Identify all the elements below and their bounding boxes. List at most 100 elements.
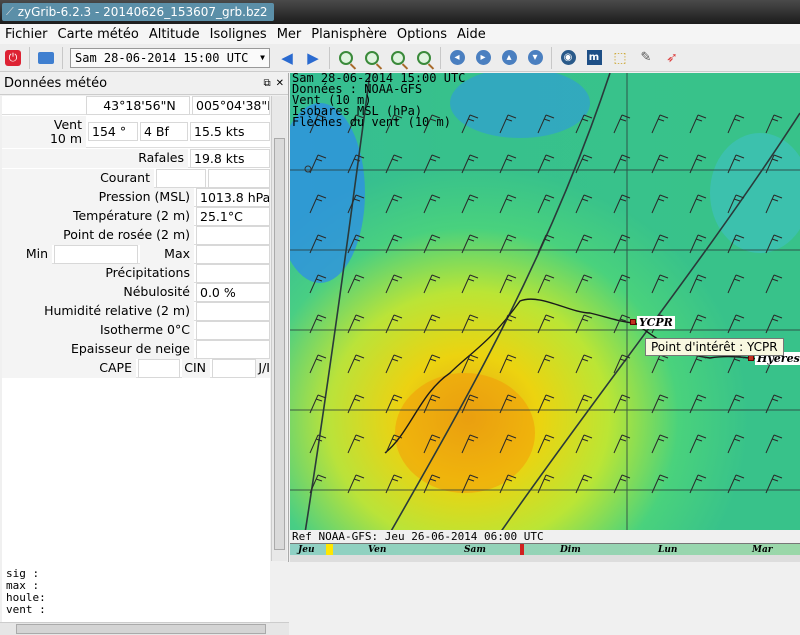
timeline-scrollbar[interactable] <box>290 555 800 562</box>
weather-map[interactable]: Sam 28-06-2014 15:00 UTC Données : NOAA-… <box>290 73 800 533</box>
menu-carte-meteo[interactable]: Carte météo <box>53 27 144 42</box>
dewpoint-label: Point de rosée (2 m) <box>2 226 194 245</box>
temperature-row: Température (2 m) 25.1°C <box>2 207 270 226</box>
timeline-cursor[interactable] <box>520 544 524 555</box>
menu-planisphere[interactable]: Planisphère <box>306 27 392 42</box>
min-label: Min <box>2 245 52 264</box>
toolbar-separator <box>29 46 30 69</box>
panel-hscrollbar[interactable] <box>0 622 289 635</box>
pin-tool-icon[interactable]: ✎ <box>635 47 657 69</box>
current-label: Courant <box>2 169 154 188</box>
precipitation-row: Précipitations <box>2 264 270 283</box>
max-label: Max <box>140 245 194 264</box>
meteotable-icon[interactable]: m <box>583 47 605 69</box>
current-row: Courant <box>2 169 270 188</box>
scroll-thumb[interactable] <box>274 138 285 550</box>
open-folder-icon[interactable] <box>35 47 57 69</box>
panel-scrollbar[interactable] <box>271 96 287 561</box>
select-tool-icon[interactable]: ⬚ <box>609 47 631 69</box>
wind-speed: 15.5 kts <box>190 122 270 141</box>
isotherm-label: Isotherme 0°C <box>2 321 194 340</box>
chevron-down-icon: ▼ <box>260 53 265 62</box>
meteo-data-panel: Données météo ⧉ ✕ 43°18'56"N 005°04'38"E … <box>0 73 289 635</box>
menu-aide[interactable]: Aide <box>452 27 491 42</box>
menu-options[interactable]: Options <box>392 27 452 42</box>
pan-left-icon[interactable]: ◂ <box>446 47 468 69</box>
dewpoint-value <box>196 226 270 245</box>
isotherm-row: Isotherme 0°C <box>2 321 270 340</box>
humidity-row: Humidité relative (2 m) <box>2 302 270 321</box>
poi-marker-ycpr[interactable] <box>630 319 636 325</box>
quit-icon[interactable]: ⏻ <box>2 47 24 69</box>
current-value-1 <box>156 169 206 188</box>
prev-arrow-icon[interactable]: ◀ <box>276 47 298 69</box>
close-icon[interactable]: ✕ <box>276 78 284 89</box>
temperature-value: 25.1°C <box>196 207 270 226</box>
poi-tooltip: Point d'intérêt : YCPR <box>645 338 784 356</box>
toolbar: ⏻ Sam 28-06-2014 15:00 UTC ▼ ◀ ▶ ◂ ▸ ▴ ▾… <box>0 44 800 72</box>
cloud-value: 0.0 % <box>196 283 270 302</box>
jl-label: J/I <box>256 359 270 378</box>
panel-title: Données météo <box>4 76 108 91</box>
toolbar-separator <box>551 46 552 69</box>
pan-right-icon[interactable]: ▸ <box>472 47 494 69</box>
map-info-arrows: Flèches du vent (10 m) <box>292 115 451 129</box>
cape-row: CAPE CIN J/I <box>2 359 270 378</box>
timeline-bar[interactable]: Jeu Ven Sam Dim Lun Mar <box>290 543 800 555</box>
poi-label-ycpr[interactable]: YCPR <box>637 316 675 329</box>
map-canvas <box>290 73 800 533</box>
app-icon: ⟋ <box>6 5 14 18</box>
cape-label: CAPE <box>2 359 136 378</box>
menu-mer[interactable]: Mer <box>272 27 307 42</box>
date-select[interactable]: Sam 28-06-2014 15:00 UTC ▼ <box>70 47 270 68</box>
minmax-row: Min Max <box>2 245 270 264</box>
cloud-row: Nébulosité 0.0 % <box>2 283 270 302</box>
toolbar-separator <box>62 46 63 69</box>
humidity-value <box>196 302 270 321</box>
panel-header: Données météo ⧉ ✕ <box>0 73 288 95</box>
orange-zone <box>395 373 535 493</box>
menu-altitude[interactable]: Altitude <box>144 27 205 42</box>
snow-label: Epaisseur de neige <box>2 340 194 359</box>
isotherm-value <box>196 321 270 340</box>
next-arrow-icon[interactable]: ▶ <box>302 47 324 69</box>
menu-fichier[interactable]: Fichier <box>0 27 53 42</box>
wind-direction: 154 ° <box>88 122 138 141</box>
gust-label: Rafales <box>2 149 188 168</box>
precipitation-label: Précipitations <box>2 264 194 283</box>
cin-value <box>212 359 256 378</box>
wind-beaufort: 4 Bf <box>140 122 188 141</box>
zoom-all-icon[interactable] <box>413 47 435 69</box>
snow-value <box>196 340 270 359</box>
float-icon[interactable]: ⧉ <box>263 78 270 89</box>
toolbar-separator <box>440 46 441 69</box>
pan-up-icon[interactable]: ▴ <box>498 47 520 69</box>
wind-row: Vent 10 m 154 ° 4 Bf 15.5 kts <box>2 116 270 148</box>
cape-value <box>138 359 180 378</box>
max-value <box>196 245 270 264</box>
pressure-row: Pression (MSL) 1013.8 hPa <box>2 188 270 207</box>
rocket-icon[interactable]: ➶ <box>661 47 683 69</box>
zoom-in-icon[interactable] <box>335 47 357 69</box>
timeline-current-ref <box>326 544 333 555</box>
current-value-2 <box>208 169 270 188</box>
snow-row: Epaisseur de neige <box>2 340 270 359</box>
dewpoint-row: Point de rosée (2 m) <box>2 226 270 245</box>
pressure-value: 1013.8 hPa <box>196 188 270 207</box>
latitude-value: 43°18'56"N <box>86 96 190 115</box>
zoom-fit-icon[interactable] <box>387 47 409 69</box>
reference-bar: Ref NOAA-GFS: Jeu 26-06-2014 06:00 UTC <box>290 530 800 543</box>
console-line-max: max : <box>6 579 40 592</box>
pan-down-icon[interactable]: ▾ <box>524 47 546 69</box>
wind-label: Vent 10 m <box>2 116 86 148</box>
globe-icon[interactable]: ◉ <box>557 47 579 69</box>
min-value <box>54 245 138 264</box>
map-info-overlay: Sam 28-06-2014 15:00 UTC Données : NOAA-… <box>292 73 465 128</box>
gust-value: 19.8 kts <box>190 149 270 168</box>
console-line-vent: vent : <box>6 603 46 616</box>
precipitation-value <box>196 264 270 283</box>
humidity-label: Humidité relative (2 m) <box>2 302 194 321</box>
zoom-out-icon[interactable] <box>361 47 383 69</box>
info-console: sig : max : houle: vent : <box>2 566 270 622</box>
menu-isolignes[interactable]: Isolignes <box>205 27 272 42</box>
